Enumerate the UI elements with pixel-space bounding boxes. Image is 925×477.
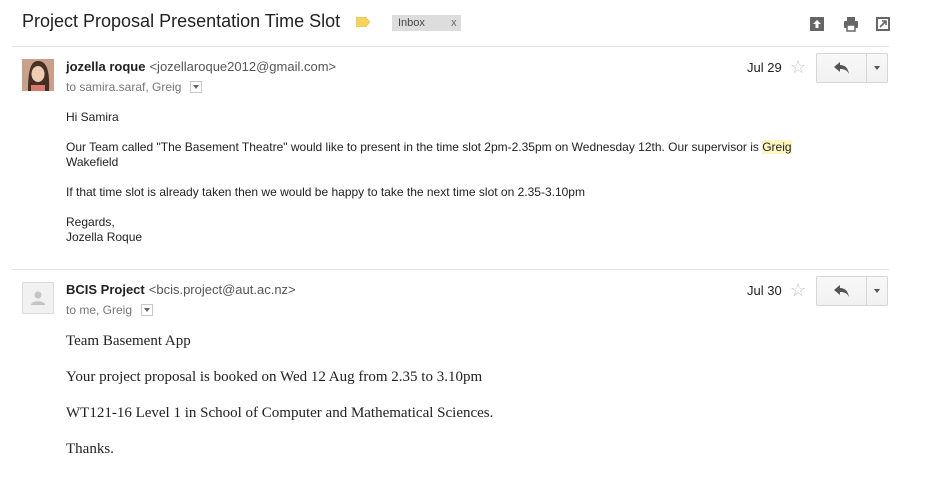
body-line: Team Basement App <box>66 333 191 349</box>
reply-button-group <box>816 276 888 306</box>
archive-icon[interactable] <box>808 15 826 33</box>
greeting: Hi Samira <box>66 110 119 124</box>
inbox-label-text: Inbox <box>398 17 425 29</box>
sender-line: jozella roque <jozellaroque2012@gmail.co… <box>66 59 336 74</box>
chevron-down-icon <box>874 66 881 70</box>
paragraph-1-text: Our Team called "The Basement Theatre" w… <box>66 140 763 154</box>
chevron-down-icon <box>874 289 881 293</box>
paragraph-1: Our Team called "The Basement Theatre" w… <box>66 140 866 170</box>
paragraph-1-end: Wakefield <box>66 155 119 169</box>
reply-icon <box>833 62 849 74</box>
label-tag-icon[interactable] <box>356 17 370 27</box>
remove-label-button[interactable]: x <box>447 15 461 31</box>
message-date: Jul 29 <box>747 60 782 75</box>
more-options-button[interactable] <box>867 54 887 82</box>
sender-email: <bcis.project@aut.ac.nz> <box>148 282 296 297</box>
sender-avatar[interactable] <box>22 59 54 91</box>
sender-email: <jozellaroque2012@gmail.com> <box>149 59 337 74</box>
recipients-line: to samira.saraf, Greig <box>66 80 203 94</box>
highlighted-name: Greig <box>762 140 792 154</box>
sender-name[interactable]: jozella roque <box>66 59 145 74</box>
inbox-label-chip: Inbox x <box>392 15 461 31</box>
signoff: Regards, <box>66 215 115 229</box>
sender-name[interactable]: BCIS Project <box>66 282 145 297</box>
print-icon[interactable] <box>842 15 860 33</box>
show-details-icon[interactable] <box>190 81 203 93</box>
paragraph-2: If that time slot is already taken then … <box>66 185 585 199</box>
recipients-text: to samira.saraf, Greig <box>66 80 182 94</box>
new-window-icon[interactable] <box>874 15 892 33</box>
star-icon[interactable]: ☆ <box>790 281 806 299</box>
reply-icon <box>833 285 849 297</box>
signature: Jozella Roque <box>66 230 143 244</box>
message-body: Hi Samira Our Team called "The Basement … <box>66 110 866 245</box>
body-line: WT121-16 Level 1 in School of Computer a… <box>66 405 494 421</box>
more-options-button[interactable] <box>867 277 887 305</box>
recipients-line: to me, Greig <box>66 303 154 317</box>
message-date: Jul 30 <box>747 283 782 298</box>
show-details-icon[interactable] <box>141 304 154 316</box>
body-line: Thanks. <box>66 441 114 457</box>
reply-button[interactable] <box>817 54 868 82</box>
body-line: Your project proposal is booked on Wed 1… <box>66 369 483 385</box>
email-subject: Project Proposal Presentation Time Slot <box>22 11 341 31</box>
default-avatar-icon[interactable] <box>22 282 54 314</box>
reply-button[interactable] <box>817 277 868 305</box>
recipients-text: to me, Greig <box>66 303 133 317</box>
star-icon[interactable]: ☆ <box>790 58 806 76</box>
message-divider <box>12 269 889 270</box>
reply-button-group <box>816 53 888 83</box>
header-divider <box>12 46 889 47</box>
message-body: Team Basement App Your project proposal … <box>66 333 866 458</box>
sender-line: BCIS Project <bcis.project@aut.ac.nz> <box>66 282 296 297</box>
